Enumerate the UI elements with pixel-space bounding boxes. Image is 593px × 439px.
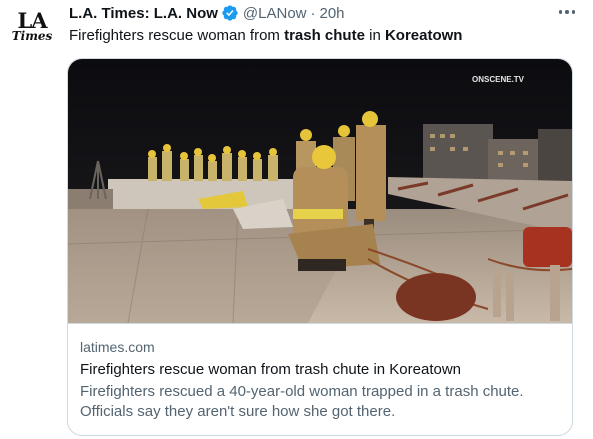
avatar-line1: LA	[17, 8, 47, 33]
card-description-line2: Officials say they aren't sure how she g…	[80, 403, 396, 420]
timestamp[interactable]: 20h	[320, 5, 345, 22]
separator-dot: ·	[310, 4, 316, 22]
card-body[interactable]: latimes.com Firefighters rescue woman fr…	[68, 323, 572, 435]
tweet-header: L.A. Times: L.A. Now @LANow · 20h	[69, 3, 543, 23]
verified-badge-icon	[221, 4, 239, 22]
card-description: Firefighters rescued a 40-year-old woman…	[80, 382, 550, 422]
avatar-line2: Times	[11, 29, 53, 43]
card-domain: latimes.com	[80, 339, 155, 355]
card-description-line1: Firefighters rescued a 40-year-old woman…	[80, 383, 524, 400]
link-card[interactable]: ONSCENE.TV latimes.com Firefighters resc…	[67, 58, 573, 436]
tweet-text-bold1: trash chute	[284, 27, 365, 44]
card-image[interactable]: ONSCENE.TV	[68, 59, 572, 323]
image-watermark: ONSCENE.TV	[472, 75, 525, 84]
tweet-text-part1: Firefighters rescue woman from	[69, 27, 285, 44]
author-handle[interactable]: @LANow	[243, 5, 307, 22]
more-options-icon[interactable]	[555, 4, 579, 20]
tweet-text-bold2: Koreatown	[384, 27, 463, 44]
avatar[interactable]: LA Times	[11, 6, 53, 46]
author-name[interactable]: L.A. Times: L.A. Now	[69, 5, 218, 22]
card-title: Firefighters rescue woman from trash chu…	[80, 361, 461, 378]
tweet-text: Firefighters rescue woman from trash chu…	[69, 27, 462, 44]
tweet-text-part2: in	[364, 27, 385, 44]
tweet[interactable]: LA Times L.A. Times: L.A. Now @LANow · 2…	[0, 0, 593, 439]
